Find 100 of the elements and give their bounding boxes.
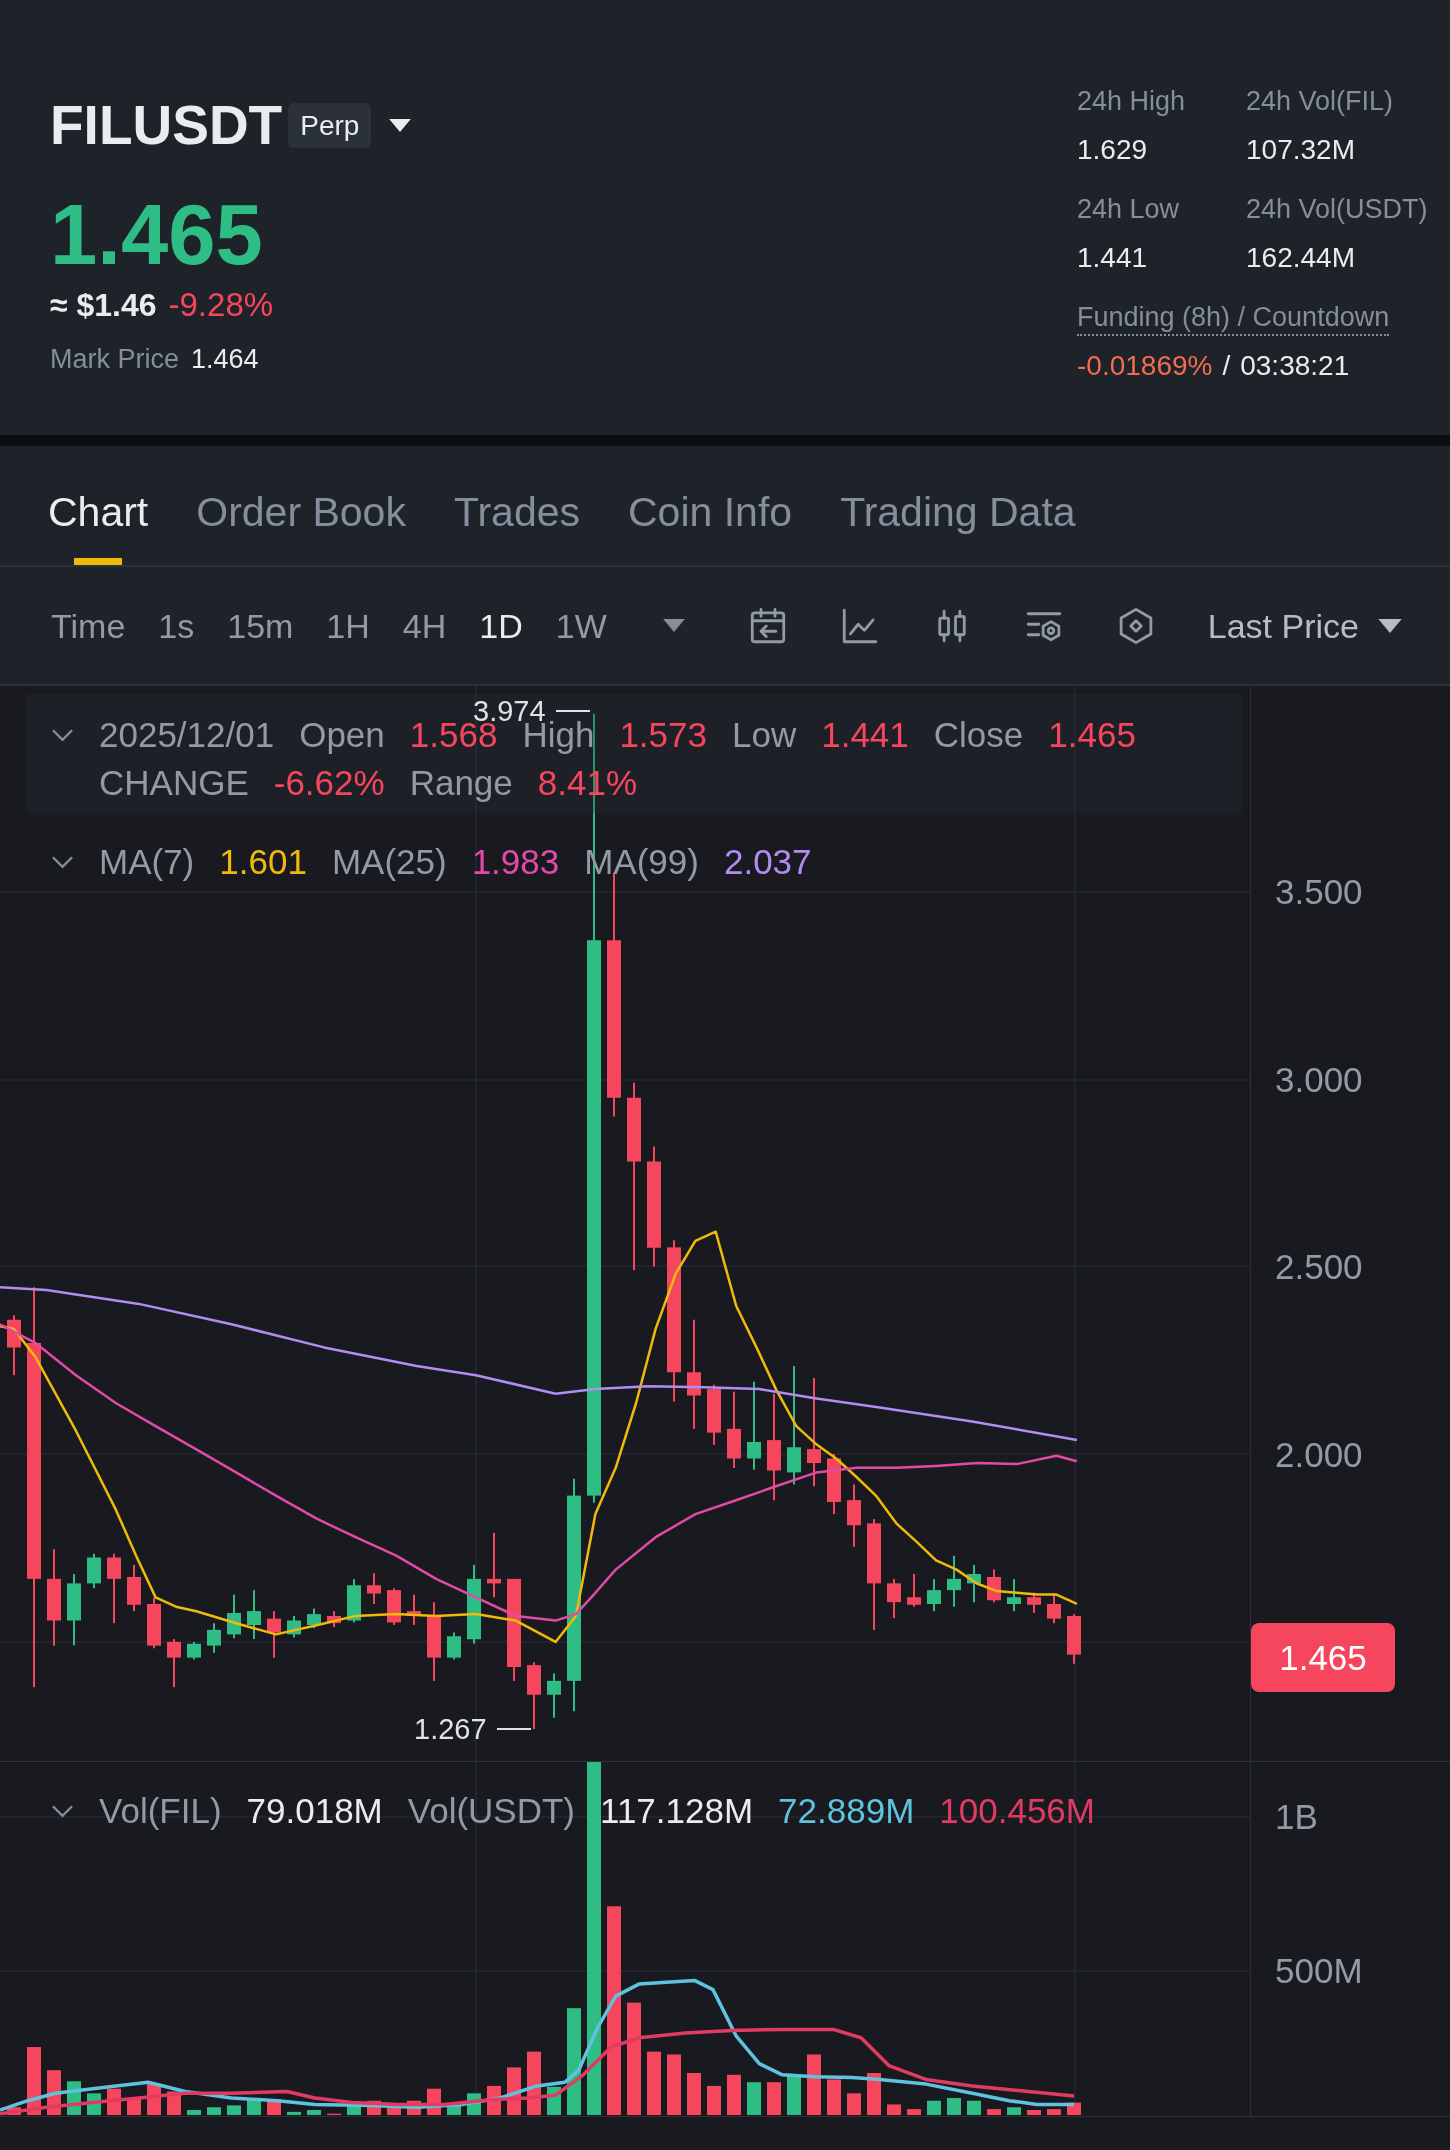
volume-bar xyxy=(1007,2107,1021,2115)
legend-label: Close xyxy=(933,715,1024,755)
legend-label: Range xyxy=(409,763,513,803)
legend-value: 1.465 xyxy=(1048,715,1136,755)
candle xyxy=(407,1593,421,1626)
ma-value: 1.601 xyxy=(219,842,307,882)
funding-rate: -0.01869% xyxy=(1077,349,1213,383)
volume-bar xyxy=(287,2111,301,2115)
price-axis-label: 2.000 xyxy=(1275,1434,1363,1475)
stat-label: 24h Vol(USDT) xyxy=(1246,193,1428,226)
candle xyxy=(287,1615,301,1639)
candle xyxy=(247,1589,261,1640)
interval-option[interactable]: Time xyxy=(51,604,126,647)
funding-label: Funding (8h) / Countdown xyxy=(1077,300,1390,336)
volume-bar xyxy=(687,2072,701,2115)
ma-value: 2.037 xyxy=(723,842,812,882)
interval-option[interactable]: 1W xyxy=(555,604,607,647)
countdown-timer: 03:38:21 xyxy=(1240,349,1350,383)
caret-down-icon[interactable] xyxy=(1377,618,1402,633)
tab[interactable]: Trades xyxy=(453,488,580,565)
tab[interactable]: Chart xyxy=(48,488,149,565)
tab[interactable]: Order Book xyxy=(196,488,406,565)
chevron-down-icon[interactable] xyxy=(51,728,74,742)
volume-bar xyxy=(747,2082,761,2115)
volume-bar xyxy=(947,2097,961,2115)
ma-label: MA(7) xyxy=(99,842,195,882)
interval-option[interactable]: 1D xyxy=(479,604,523,647)
legend-value: 1.441 xyxy=(821,715,909,755)
interval-option[interactable]: 1s xyxy=(158,604,195,647)
candle xyxy=(847,1483,861,1548)
mark-price-label: Mark Price xyxy=(50,343,179,376)
candle xyxy=(547,1672,561,1719)
tab[interactable]: Trading Data xyxy=(840,488,1076,565)
candle xyxy=(387,1587,401,1626)
candle xyxy=(887,1577,901,1619)
candle xyxy=(367,1572,381,1605)
volume-bar xyxy=(727,2074,741,2115)
chevron-down-icon[interactable] xyxy=(51,855,74,869)
volume-bar xyxy=(847,2093,861,2115)
volume-bar xyxy=(987,2109,1001,2115)
volume-bar xyxy=(7,2107,21,2115)
volume-bar xyxy=(1047,2109,1061,2115)
volume-bar xyxy=(347,2104,361,2115)
candle xyxy=(1067,1613,1081,1665)
volume-bar xyxy=(447,2104,461,2115)
volume-bar xyxy=(307,2110,321,2115)
low-price-marker: 1.267 xyxy=(414,1714,487,1744)
volume-bar xyxy=(207,2107,221,2115)
candle xyxy=(207,1622,221,1654)
candle xyxy=(267,1610,281,1659)
candle xyxy=(707,1383,721,1446)
ma-label: MA(25) xyxy=(331,842,447,882)
volume-average-value: 72.889M xyxy=(778,1791,915,1831)
legend-value: 1.573 xyxy=(619,715,707,755)
volume-value: 79.018M xyxy=(246,1791,383,1831)
candle xyxy=(147,1596,161,1650)
stat-value: 1.441 xyxy=(1077,241,1148,275)
price-change: -9.28% xyxy=(168,286,274,324)
candle xyxy=(487,1531,501,1599)
mark-price-value: 1.464 xyxy=(191,343,259,376)
last-price: 1.465 xyxy=(50,188,263,282)
volume-bar xyxy=(927,2100,941,2115)
candle xyxy=(1007,1577,1021,1613)
candle xyxy=(1047,1593,1061,1625)
volume-bar xyxy=(707,2085,721,2115)
volume-average-value: 100.456M xyxy=(939,1791,1095,1831)
volume-bar xyxy=(767,2082,781,2115)
symbol-name: FILUSDT xyxy=(50,93,283,158)
candle xyxy=(447,1631,461,1661)
volume-axis-label: 1B xyxy=(1275,1797,1318,1837)
stat-label: 24h High xyxy=(1077,85,1186,118)
legend-label: CHANGE xyxy=(99,763,249,803)
legend-label: Open xyxy=(299,715,385,755)
volume-bar xyxy=(227,2105,241,2115)
legend-date: 2025/12/01 xyxy=(99,715,275,755)
candle xyxy=(307,1607,321,1629)
interval-option[interactable]: 1H xyxy=(326,604,370,647)
candle xyxy=(7,1314,21,1377)
volume-label: Vol(FIL) xyxy=(99,1791,222,1831)
volume-bar xyxy=(827,2079,841,2115)
price-axis-label: 3.500 xyxy=(1275,872,1363,912)
price-axis-label: 3.000 xyxy=(1275,1059,1363,1100)
legend-label: Low xyxy=(731,715,797,755)
price-axis-label: 2.500 xyxy=(1275,1247,1363,1287)
candle xyxy=(327,1610,341,1628)
interval-option[interactable]: 4H xyxy=(402,604,447,647)
interval-option[interactable]: 15m xyxy=(227,604,294,647)
candle xyxy=(127,1564,141,1613)
volume-bar xyxy=(647,2051,661,2115)
candle xyxy=(527,1661,541,1730)
chevron-down-icon[interactable] xyxy=(51,1804,74,1818)
volume-bar xyxy=(787,2074,801,2115)
current-price-tag: 1.465 xyxy=(1251,1623,1395,1692)
legend-value: 8.41% xyxy=(537,763,638,803)
stat-value: 1.629 xyxy=(1077,133,1148,167)
tab[interactable]: Coin Info xyxy=(628,488,793,565)
caret-down-icon[interactable] xyxy=(389,118,412,132)
price-source-dropdown[interactable]: Last Price xyxy=(1207,604,1402,647)
candle xyxy=(187,1640,201,1661)
candle xyxy=(827,1453,841,1515)
